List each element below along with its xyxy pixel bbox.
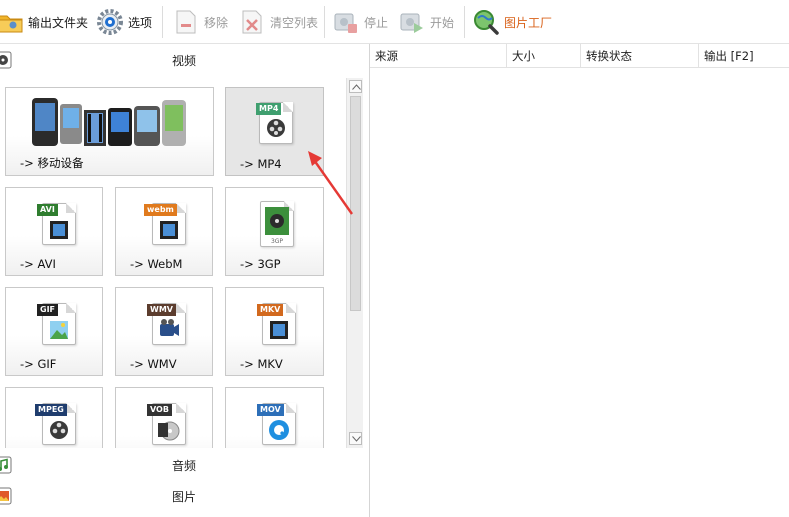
remove-button[interactable]: 移除 [172,6,228,38]
format-badge: webm [144,204,177,216]
audio-category-header[interactable]: 音频 [0,449,368,481]
toolbar-divider [324,6,325,38]
start-button[interactable]: 开始 [398,6,454,38]
picture-factory-label: 图片工厂 [504,15,553,30]
remove-label: 移除 [204,15,229,30]
column-header-size[interactable]: 大小 [507,44,581,68]
stop-label: 停止 [364,15,389,30]
format-tile-mobile[interactable]: -> 移动设备 [5,87,214,176]
format-tile-avi[interactable]: AVI -> AVI [5,187,103,276]
remove-document-icon [172,8,200,36]
output-folder-label: 输出文件夹 [28,15,89,30]
start-label: 开始 [430,15,455,30]
column-header-source[interactable]: 来源 [370,44,507,68]
format-grid-scrollbar[interactable] [346,78,363,448]
format-tile-vob[interactable]: VOB [115,387,213,448]
format-tile-label: -> AVI [20,257,56,271]
clear-list-icon [238,8,266,36]
magnifier-globe-icon [472,8,500,36]
format-badge: MKV [257,304,284,316]
format-badge: AVI [37,204,58,216]
gear-icon [96,8,124,36]
format-badge: MP4 [256,103,282,115]
video-category-label: 视频 [171,53,196,68]
clear-list-button[interactable]: 清空列表 [238,6,318,38]
options-label: 选项 [128,15,153,30]
format-badge: MOV [257,404,284,416]
format-tile-webm[interactable]: webm -> WebM [115,187,213,276]
format-tile-label: -> MP4 [240,157,282,171]
format-tile-label: -> 3GP [240,257,281,271]
svg-text:3GP: 3GP [271,238,283,245]
mobile-devices-icon [30,94,190,153]
format-tile-label: -> 移动设备 [20,156,84,170]
image-category-label: 图片 [171,489,196,504]
stop-button[interactable]: 停止 [332,6,388,38]
video-category-icon [0,50,12,70]
format-badge: WMV [147,304,176,316]
image-category-header[interactable]: 图片 [0,480,368,512]
toolbar: 输出文件夹 选项 移除 清空列表 停止 开始 图片工厂 [0,0,789,44]
format-tile-mkv[interactable]: MKV -> MKV [225,287,324,376]
file-list-header: 来源 大小 转换状态 输出 [F2] [370,44,789,68]
format-grid: -> 移动设备 MP4 -> MP4 AVI -> AVI webm -> We… [0,78,346,448]
toolbar-divider [464,6,465,38]
format-badge: VOB [147,404,172,416]
format-tile-mpeg[interactable]: MPEG [5,387,103,448]
output-folder-button[interactable]: 输出文件夹 [0,6,88,38]
clear-list-label: 清空列表 [270,15,319,30]
format-panel: 视频 -> 移动设备 MP4 -> MP4 AVI -> AVI webm ->… [0,44,368,517]
scroll-down-arrow[interactable] [349,432,362,445]
picture-factory-button[interactable]: 图片工厂 [472,6,552,38]
format-badge: GIF [37,304,59,316]
format-badge: MPEG [35,404,67,416]
3gp-file-icon: 3GP [260,201,294,247]
format-tile-label: -> WebM [130,257,183,271]
column-header-output[interactable]: 输出 [F2] [699,44,789,68]
start-icon [398,8,426,36]
format-tile-wmv[interactable]: WMV -> WMV [115,287,213,376]
format-tile-gif[interactable]: GIF -> GIF [5,287,103,376]
file-list-panel: 来源 大小 转换状态 输出 [F2] [369,44,789,517]
format-tile-label: -> WMV [130,357,177,371]
music-note-icon [0,455,12,475]
picture-icon [0,486,12,506]
format-tile-label: -> GIF [20,357,57,371]
annotation-arrow [308,151,353,215]
format-tile-label: -> MKV [240,357,283,371]
folder-icon [0,8,24,36]
toolbar-divider [162,6,163,38]
stop-icon [332,8,360,36]
format-tile-mov[interactable]: MOV [225,387,324,448]
scroll-up-arrow[interactable] [349,80,362,93]
video-category-header[interactable]: 视频 [0,44,368,76]
options-button[interactable]: 选项 [96,6,152,38]
audio-category-label: 音频 [171,458,196,473]
column-header-status[interactable]: 转换状态 [581,44,699,68]
